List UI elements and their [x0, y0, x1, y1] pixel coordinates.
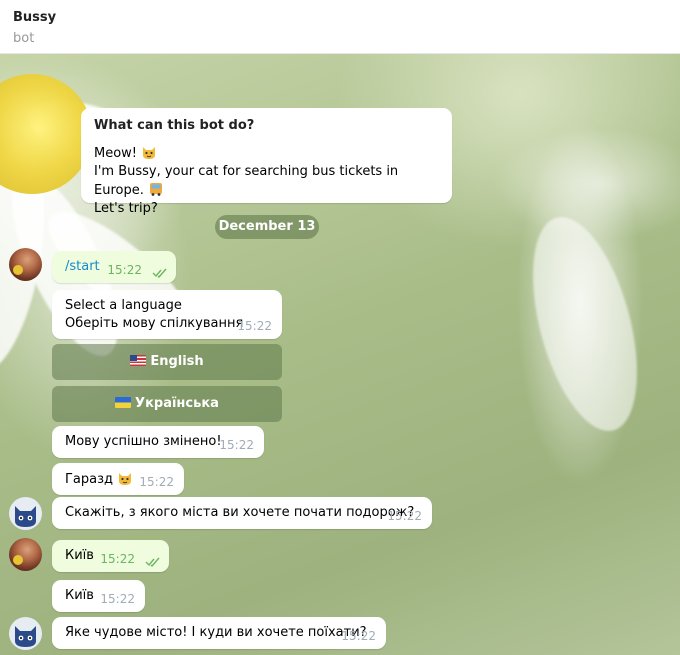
- message-time: 15:22: [387, 509, 422, 523]
- chat-title: Bussy: [13, 10, 57, 25]
- ukrainian-button[interactable]: Українська: [52, 386, 282, 422]
- message-line: Select a language: [65, 298, 182, 313]
- bot-cat-icon: [15, 626, 36, 647]
- bot-intro-card: What can this bot do? Meow! I'm Bussy, y…: [81, 108, 452, 216]
- message-incoming[interactable]: Select a language Оберіть мову спілкуван…: [52, 290, 282, 339]
- message-time: 15:22: [107, 263, 142, 277]
- intro-line: Meow!: [94, 144, 439, 163]
- date-separator: December 13: [215, 215, 319, 239]
- cat-face-icon: [119, 473, 132, 485]
- message-time: 15:22: [100, 592, 135, 606]
- message-text: Яке чудове місто! І куди ви хочете поїха…: [65, 625, 367, 640]
- intro-title: What can this bot do?: [94, 118, 255, 133]
- message-outgoing[interactable]: Київ 15:22: [52, 540, 169, 572]
- message-time: 15:22: [237, 319, 272, 333]
- message-incoming[interactable]: Мову успішно змінено! 15:22: [52, 426, 264, 458]
- wallpaper-daisy-center: [0, 74, 92, 194]
- bot-cat-icon: [15, 506, 36, 527]
- message-time: 15:22: [100, 552, 135, 566]
- intro-line2: I'm Bussy, your cat for searching bus ti…: [94, 164, 399, 198]
- user-avatar[interactable]: [9, 538, 42, 571]
- chat-subtitle: bot: [13, 31, 35, 46]
- us-flag-icon: [130, 355, 147, 366]
- message-incoming[interactable]: Яке чудове місто! І куди ви хочете поїха…: [52, 617, 386, 649]
- wallpaper-petal: [513, 206, 657, 442]
- intro-line1: Meow!: [94, 146, 138, 161]
- message-incoming[interactable]: Скажіть, з якого міста ви хочете почати …: [52, 497, 432, 529]
- bot-avatar[interactable]: [9, 617, 42, 650]
- ukrainian-button-label: Українська: [135, 396, 219, 411]
- ukraine-flag-icon: [115, 397, 132, 408]
- bus-icon: [150, 183, 162, 196]
- cat-face-icon: [143, 147, 156, 159]
- message-incoming[interactable]: Київ 15:22: [52, 580, 145, 612]
- intro-line: I'm Bussy, your cat for searching bus ti…: [94, 163, 439, 200]
- message-text: Київ: [65, 548, 94, 563]
- bot-avatar[interactable]: [9, 497, 42, 530]
- message-text[interactable]: /start: [65, 259, 100, 274]
- message-text: Гаразд: [65, 472, 114, 487]
- message-text: Скажіть, з якого міста ви хочете почати …: [65, 505, 415, 520]
- message-time: 15:22: [341, 629, 376, 643]
- english-button[interactable]: English: [52, 344, 282, 380]
- message-time: 15:22: [139, 475, 174, 489]
- double-check-icon: [145, 557, 160, 568]
- message-time: 15:22: [219, 438, 254, 452]
- double-check-icon: [152, 268, 167, 279]
- english-button-label: English: [150, 354, 204, 369]
- message-outgoing[interactable]: /start 15:22: [52, 251, 176, 283]
- user-avatar[interactable]: [9, 248, 42, 281]
- message-text: Київ: [65, 588, 94, 603]
- message-incoming[interactable]: Гаразд 15:22: [52, 463, 184, 495]
- message-text: Мову успішно змінено!: [65, 434, 222, 449]
- chat-header[interactable]: Bussy bot: [0, 0, 680, 54]
